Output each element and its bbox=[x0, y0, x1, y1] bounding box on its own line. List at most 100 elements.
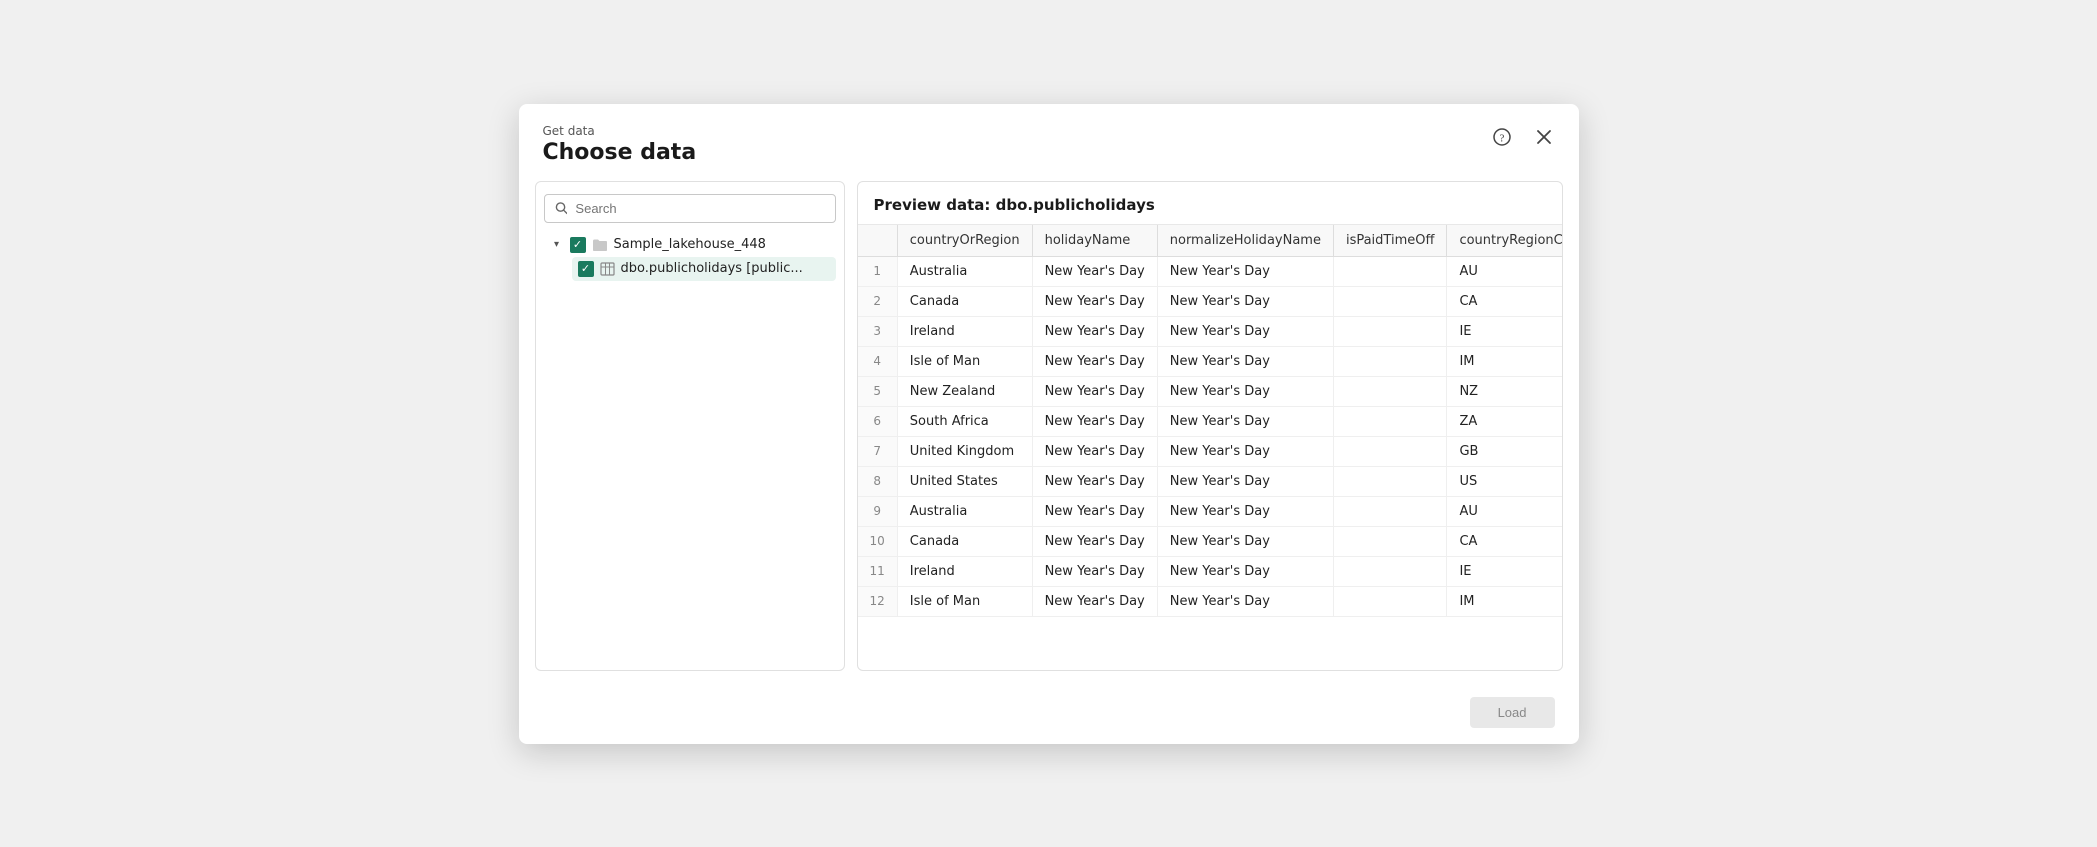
col-header-normalize: normalizeHolidayName bbox=[1157, 225, 1333, 257]
cell-countryregioncode: IE bbox=[1447, 316, 1562, 346]
chevron-down-icon: ▾ bbox=[550, 239, 564, 250]
cell-countryorregion: Canada bbox=[897, 526, 1032, 556]
search-icon bbox=[555, 201, 568, 215]
col-header-ispaid: isPaidTimeOff bbox=[1333, 225, 1446, 257]
cell-rownum: 7 bbox=[858, 436, 898, 466]
cell-normalizeholidayname: New Year's Day bbox=[1157, 256, 1333, 286]
cell-normalizeholidayname: New Year's Day bbox=[1157, 286, 1333, 316]
cell-holidayname: New Year's Day bbox=[1032, 556, 1157, 586]
cell-countryregioncode: CA bbox=[1447, 526, 1562, 556]
cell-holidayname: New Year's Day bbox=[1032, 316, 1157, 346]
folder-icon bbox=[592, 238, 608, 252]
lakehouse-checkbox[interactable] bbox=[570, 237, 586, 253]
cell-ispaidtimeoff bbox=[1333, 346, 1446, 376]
cell-countryorregion: Isle of Man bbox=[897, 346, 1032, 376]
cell-rownum: 11 bbox=[858, 556, 898, 586]
tree-container: ▾ Sample_lakehouse_448 bbox=[544, 233, 836, 658]
cell-countryregioncode: AU bbox=[1447, 496, 1562, 526]
cell-ispaidtimeoff bbox=[1333, 466, 1446, 496]
tree-item-table[interactable]: dbo.publicholidays [public... bbox=[572, 257, 836, 281]
cell-countryorregion: Canada bbox=[897, 286, 1032, 316]
cell-holidayname: New Year's Day bbox=[1032, 496, 1157, 526]
cell-rownum: 10 bbox=[858, 526, 898, 556]
cell-normalizeholidayname: New Year's Day bbox=[1157, 586, 1333, 616]
cell-countryregioncode: IE bbox=[1447, 556, 1562, 586]
cell-rownum: 3 bbox=[858, 316, 898, 346]
close-button[interactable] bbox=[1529, 122, 1559, 152]
cell-countryregioncode: AU bbox=[1447, 256, 1562, 286]
cell-holidayname: New Year's Day bbox=[1032, 586, 1157, 616]
cell-holidayname: New Year's Day bbox=[1032, 286, 1157, 316]
left-panel: ▾ Sample_lakehouse_448 bbox=[535, 181, 845, 671]
dialog-body: ▾ Sample_lakehouse_448 bbox=[519, 181, 1579, 687]
cell-countryregioncode: IM bbox=[1447, 346, 1562, 376]
cell-holidayname: New Year's Day bbox=[1032, 376, 1157, 406]
cell-countryorregion: Isle of Man bbox=[897, 586, 1032, 616]
cell-rownum: 4 bbox=[858, 346, 898, 376]
cell-rownum: 6 bbox=[858, 406, 898, 436]
table-row: 2CanadaNew Year's DayNew Year's DayCA bbox=[858, 286, 1562, 316]
table-header: countryOrRegion holidayName normalizeHol… bbox=[858, 225, 1562, 257]
table-body: 1AustraliaNew Year's DayNew Year's DayAU… bbox=[858, 256, 1562, 616]
lakehouse-label: Sample_lakehouse_448 bbox=[614, 237, 766, 252]
cell-ispaidtimeoff bbox=[1333, 316, 1446, 346]
cell-normalizeholidayname: New Year's Day bbox=[1157, 316, 1333, 346]
col-header-rownum bbox=[858, 225, 898, 257]
data-table-wrapper[interactable]: countryOrRegion holidayName normalizeHol… bbox=[858, 225, 1562, 670]
dialog-top-icons: ? bbox=[1487, 122, 1559, 152]
cell-rownum: 2 bbox=[858, 286, 898, 316]
cell-countryorregion: Australia bbox=[897, 256, 1032, 286]
cell-countryorregion: South Africa bbox=[897, 406, 1032, 436]
cell-normalizeholidayname: New Year's Day bbox=[1157, 376, 1333, 406]
svg-text:?: ? bbox=[1499, 132, 1504, 144]
cell-holidayname: New Year's Day bbox=[1032, 406, 1157, 436]
cell-ispaidtimeoff bbox=[1333, 256, 1446, 286]
cell-countryorregion: United Kingdom bbox=[897, 436, 1032, 466]
table-row: 12Isle of ManNew Year's DayNew Year's Da… bbox=[858, 586, 1562, 616]
cell-countryorregion: Australia bbox=[897, 496, 1032, 526]
cell-holidayname: New Year's Day bbox=[1032, 256, 1157, 286]
table-row: 5New ZealandNew Year's DayNew Year's Day… bbox=[858, 376, 1562, 406]
cell-countryregioncode: IM bbox=[1447, 586, 1562, 616]
cell-holidayname: New Year's Day bbox=[1032, 436, 1157, 466]
search-input[interactable] bbox=[575, 201, 824, 216]
cell-countryregioncode: GB bbox=[1447, 436, 1562, 466]
header-row: countryOrRegion holidayName normalizeHol… bbox=[858, 225, 1562, 257]
table-row: 1AustraliaNew Year's DayNew Year's DayAU bbox=[858, 256, 1562, 286]
cell-ispaidtimeoff bbox=[1333, 496, 1446, 526]
search-box bbox=[544, 194, 836, 223]
cell-countryorregion: Ireland bbox=[897, 556, 1032, 586]
cell-ispaidtimeoff bbox=[1333, 436, 1446, 466]
table-checkbox[interactable] bbox=[578, 261, 594, 277]
table-row: 11IrelandNew Year's DayNew Year's DayIE bbox=[858, 556, 1562, 586]
cell-rownum: 9 bbox=[858, 496, 898, 526]
right-panel: Preview data: dbo.publicholidays country… bbox=[857, 181, 1563, 671]
cell-ispaidtimeoff bbox=[1333, 586, 1446, 616]
table-row: 8United StatesNew Year's DayNew Year's D… bbox=[858, 466, 1562, 496]
data-table: countryOrRegion holidayName normalizeHol… bbox=[858, 225, 1562, 617]
table-row: 3IrelandNew Year's DayNew Year's DayIE bbox=[858, 316, 1562, 346]
col-header-countrycode: countryRegionCode bbox=[1447, 225, 1562, 257]
cell-holidayname: New Year's Day bbox=[1032, 466, 1157, 496]
close-icon bbox=[1536, 129, 1552, 145]
cell-normalizeholidayname: New Year's Day bbox=[1157, 406, 1333, 436]
cell-rownum: 1 bbox=[858, 256, 898, 286]
cell-countryregioncode: CA bbox=[1447, 286, 1562, 316]
cell-countryorregion: United States bbox=[897, 466, 1032, 496]
cell-ispaidtimeoff bbox=[1333, 556, 1446, 586]
dialog-footer: Load bbox=[519, 687, 1579, 744]
load-button[interactable]: Load bbox=[1470, 697, 1555, 728]
help-icon: ? bbox=[1493, 128, 1511, 146]
table-label: dbo.publicholidays [public... bbox=[621, 261, 803, 276]
dialog-title: Choose data bbox=[543, 140, 1555, 165]
table-icon bbox=[600, 262, 615, 276]
table-row: 4Isle of ManNew Year's DayNew Year's Day… bbox=[858, 346, 1562, 376]
table-row: 7United KingdomNew Year's DayNew Year's … bbox=[858, 436, 1562, 466]
cell-normalizeholidayname: New Year's Day bbox=[1157, 346, 1333, 376]
col-header-country: countryOrRegion bbox=[897, 225, 1032, 257]
cell-countryregioncode: NZ bbox=[1447, 376, 1562, 406]
choose-data-dialog: Get data Choose data ? bbox=[519, 104, 1579, 744]
dialog-header: Get data Choose data bbox=[519, 104, 1579, 181]
tree-item-lakehouse[interactable]: ▾ Sample_lakehouse_448 bbox=[544, 233, 836, 257]
help-button[interactable]: ? bbox=[1487, 122, 1517, 152]
